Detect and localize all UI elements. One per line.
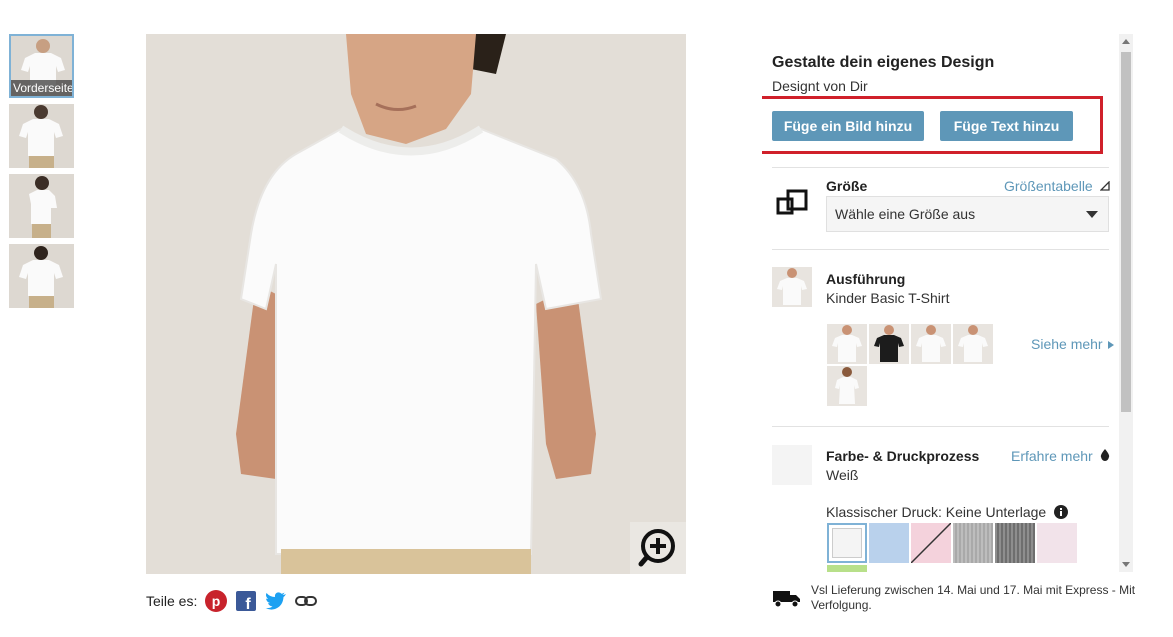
info-icon[interactable] — [1054, 505, 1069, 519]
shirt-thumbnail-image — [9, 104, 74, 168]
product-image — [146, 34, 686, 574]
customize-panel: Gestalte dein eigenes Design Designt von… — [762, 34, 1134, 572]
add-image-button[interactable]: Füge ein Bild hinzu — [772, 111, 924, 141]
tshirt-icon — [832, 325, 862, 362]
zoom-button[interactable] — [630, 522, 686, 574]
share-label: Teile es: — [146, 593, 198, 609]
size-chart-link-text: Größentabelle — [1004, 178, 1093, 194]
swatch-heather-gray[interactable] — [953, 523, 993, 563]
thumbnail-front[interactable]: Vorderseite — [9, 34, 74, 98]
zoom-in-icon — [638, 529, 675, 567]
facebook-icon[interactable]: f — [235, 590, 257, 612]
tshirt-icon — [958, 325, 988, 362]
pinterest-icon[interactable]: p — [205, 590, 228, 612]
print-label-text: Klassischer Druck: Keine Unterlage — [826, 504, 1047, 520]
design-subtitle: Designt von Dir — [772, 78, 868, 94]
swatch-green[interactable] — [827, 565, 867, 572]
thumbnail-back-2[interactable] — [9, 244, 74, 308]
divider — [772, 167, 1109, 168]
divider — [772, 426, 1109, 427]
truck-icon — [773, 591, 800, 608]
thumbnail-label: Vorderseite — [11, 80, 72, 96]
color-preview — [772, 445, 812, 485]
swatch-pink-none[interactable] — [911, 523, 951, 563]
style-option-black-tee[interactable] — [869, 324, 909, 364]
color-label: Farbe- & Druckprozess — [826, 448, 980, 464]
design-title: Gestalte dein eigenes Design — [772, 54, 995, 71]
svg-text:f: f — [246, 596, 252, 611]
style-value: Kinder Basic T-Shirt — [826, 290, 950, 306]
learn-more-text: Erfahre mehr — [1011, 448, 1093, 464]
shirt-thumbnail-image — [9, 174, 74, 238]
size-icon — [776, 189, 808, 215]
size-label: Größe — [826, 178, 868, 194]
color-value: Weiß — [826, 467, 859, 483]
swatch-light-pink[interactable] — [1037, 523, 1077, 563]
style-label: Ausführung — [826, 271, 906, 287]
tshirt-model-image — [146, 34, 686, 574]
scroll-up-icon[interactable] — [1122, 39, 1130, 44]
swatch-light-blue[interactable] — [869, 523, 909, 563]
swatch-white[interactable] — [827, 523, 867, 563]
share-row: Teile es: p f — [146, 590, 318, 612]
ink-drop-icon — [1100, 449, 1109, 461]
expand-icon — [1099, 180, 1110, 191]
style-option-girl-white-tee[interactable] — [827, 366, 867, 406]
learn-more-link[interactable]: Erfahre mehr — [1011, 448, 1110, 464]
style-current-thumb — [772, 267, 812, 307]
divider — [772, 249, 1109, 250]
print-label: Klassischer Druck: Keine Unterlage — [826, 504, 1069, 520]
tshirt-icon — [777, 268, 807, 305]
tshirt-icon — [874, 325, 904, 362]
style-option-white-tee-3[interactable] — [953, 324, 993, 364]
style-option-white-tee[interactable] — [827, 324, 867, 364]
chevron-right-icon — [1108, 341, 1115, 349]
link-icon[interactable] — [295, 590, 318, 612]
add-text-button[interactable]: Füge Text hinzu — [940, 111, 1073, 141]
panel-scrollbar[interactable] — [1119, 34, 1133, 572]
twitter-icon[interactable] — [265, 590, 287, 612]
shirt-thumbnail-image — [9, 244, 74, 308]
scroll-down-icon[interactable] — [1122, 562, 1130, 567]
see-more-text: Siehe mehr — [1031, 336, 1103, 352]
svg-text:p: p — [212, 593, 221, 609]
scroll-thumb[interactable] — [1121, 52, 1131, 412]
see-more-link[interactable]: Siehe mehr — [1031, 336, 1115, 352]
size-select[interactable]: Wähle eine Größe aus — [826, 196, 1109, 232]
thumbnail-back[interactable] — [9, 104, 74, 168]
tshirt-icon — [835, 367, 859, 404]
chevron-down-icon — [1086, 211, 1098, 218]
size-select-value: Wähle eine Größe aus — [835, 206, 976, 222]
tshirt-icon — [916, 325, 946, 362]
style-option-white-tee-2[interactable] — [911, 324, 951, 364]
size-chart-link[interactable]: Größentabelle — [1004, 178, 1110, 194]
delivery-text: Vsl Lieferung zwischen 14. Mai und 17. M… — [811, 583, 1136, 612]
delivery-info: Vsl Lieferung zwischen 14. Mai und 17. M… — [772, 583, 1152, 613]
swatch-dark-heather[interactable] — [995, 523, 1035, 563]
thumbnail-side[interactable] — [9, 174, 74, 238]
